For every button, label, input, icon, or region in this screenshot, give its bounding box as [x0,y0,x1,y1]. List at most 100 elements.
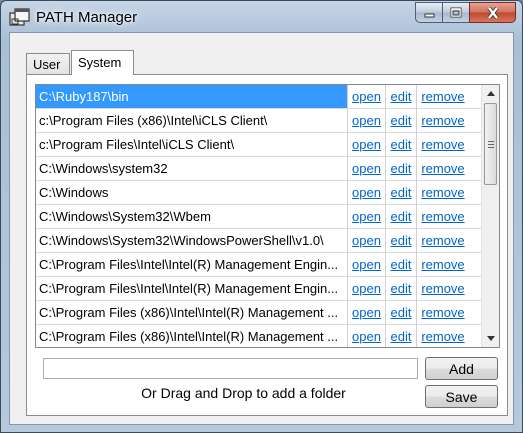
edit-link-cell: edit [386,253,417,276]
title-bar[interactable]: PATH Manager [1,1,522,33]
path-row[interactable]: c:\Program Files\Intel\iCLS Client\ open e… [36,133,481,157]
edit-link[interactable]: edit [391,161,412,176]
open-link-cell: open [348,181,386,204]
edit-link-cell: edit [386,85,417,108]
path-text[interactable]: C:\Program Files\Intel\Intel(R) Manageme… [39,257,338,272]
open-link[interactable]: open [352,161,381,176]
path-row[interactable]: C:\Windows\System32\WindowsPowerShell\v1… [36,229,481,253]
path-row[interactable]: C:\Program Files\Intel\Intel(R) Manageme… [36,253,481,277]
scroll-down-button[interactable] [482,330,499,347]
remove-link-cell: remove [417,157,469,180]
path-text[interactable]: C:\Windows\system32 [39,161,168,176]
path-text[interactable]: C:\Ruby187\bin [39,89,129,104]
remove-link-cell: remove [417,253,469,276]
minimize-button[interactable] [415,2,442,23]
remove-link[interactable]: remove [421,281,464,296]
open-link[interactable]: open [352,329,381,344]
open-link[interactable]: open [352,185,381,200]
remove-link-cell: remove [417,325,469,347]
remove-link[interactable]: remove [421,185,464,200]
path-row[interactable]: C:\Program Files\Intel\Intel(R) Manageme… [36,277,481,301]
remove-link-cell: remove [417,109,469,132]
remove-link[interactable]: remove [421,305,464,320]
remove-link[interactable]: remove [421,257,464,272]
tab-user[interactable]: User [26,53,70,74]
open-link[interactable]: open [352,233,381,248]
edit-link-cell: edit [386,133,417,156]
remove-link[interactable]: remove [421,161,464,176]
path-text[interactable]: c:\Program Files\Intel\iCLS Client\ [39,137,234,152]
edit-link[interactable]: edit [391,257,412,272]
path-row[interactable]: C:\Windows open edit remove [36,181,481,205]
path-text[interactable]: c:\Program Files (x86)\Intel\iCLS Client… [39,113,267,128]
minimize-icon [424,13,434,17]
open-link-cell: open [348,301,386,324]
path-row[interactable]: C:\Windows\System32\Wbem open edit remove [36,205,481,229]
remove-link-cell: remove [417,181,469,204]
remove-link-cell: remove [417,301,469,324]
path-text-cell: C:\Windows\System32\Wbem [36,205,348,228]
open-link[interactable]: open [352,113,381,128]
edit-link[interactable]: edit [391,329,412,344]
remove-link[interactable]: remove [421,137,464,152]
edit-link[interactable]: edit [391,305,412,320]
close-button[interactable] [469,2,516,23]
maximize-button[interactable] [442,2,469,23]
system-tab-page: C:\Ruby187\bin open edit remove c:\Program F… [26,74,508,416]
path-list[interactable]: C:\Ruby187\bin open edit remove c:\Program F… [35,84,500,348]
add-path-input[interactable] [43,358,418,379]
path-text[interactable]: C:\Program Files (x86)\Intel\Intel(R) Ma… [39,329,338,344]
open-link[interactable]: open [352,89,381,104]
edit-link-cell: edit [386,229,417,252]
edit-link[interactable]: edit [391,209,412,224]
remove-link[interactable]: remove [421,233,464,248]
open-link[interactable]: open [352,209,381,224]
edit-link[interactable]: edit [391,113,412,128]
scroll-thumb[interactable] [484,103,497,185]
close-icon [486,6,499,19]
path-text[interactable]: C:\Windows\System32\WindowsPowerShell\v1… [39,233,324,248]
path-text[interactable]: C:\Program Files\Intel\Intel(R) Manageme… [39,281,338,296]
remove-link[interactable]: remove [421,329,464,344]
app-window-icon [9,8,30,26]
edit-link[interactable]: edit [391,233,412,248]
edit-link[interactable]: edit [391,137,412,152]
window-title: PATH Manager [36,9,138,26]
remove-link-cell: remove [417,133,469,156]
path-text-cell: C:\Windows\system32 [36,157,348,180]
vertical-scrollbar[interactable] [481,85,499,347]
path-row[interactable]: C:\Program Files (x86)\Intel\Intel(R) Ma… [36,301,481,325]
path-text[interactable]: C:\Program Files (x86)\Intel\Intel(R) Ma… [39,305,338,320]
arrow-down-icon [486,336,495,341]
path-text-cell: C:\Program Files\Intel\Intel(R) Manageme… [36,253,348,276]
remove-link[interactable]: remove [421,89,464,104]
path-row[interactable]: C:\Ruby187\bin open edit remove [36,85,481,109]
thumb-grip-line [488,147,494,148]
thumb-grip-line [488,144,494,145]
edit-link[interactable]: edit [391,89,412,104]
add-button[interactable]: Add [425,357,498,380]
open-link[interactable]: open [352,305,381,320]
path-text-cell: C:\Program Files (x86)\Intel\Intel(R) Ma… [36,301,348,324]
edit-link[interactable]: edit [391,281,412,296]
tab-system[interactable]: System [71,50,134,75]
scroll-up-button[interactable] [482,85,499,102]
open-link[interactable]: open [352,257,381,272]
path-text[interactable]: C:\Windows\System32\Wbem [39,209,211,224]
edit-link-cell: edit [386,301,417,324]
path-row[interactable]: C:\Windows\system32 open edit remove [36,157,481,181]
path-row[interactable]: C:\Program Files (x86)\Intel\Intel(R) Ma… [36,325,481,347]
open-link[interactable]: open [352,137,381,152]
path-text[interactable]: C:\Windows [39,185,108,200]
path-row[interactable]: c:\Program Files (x86)\Intel\iCLS Client… [36,109,481,133]
remove-link[interactable]: remove [421,113,464,128]
save-button[interactable]: Save [425,385,498,408]
drag-drop-hint: Or Drag and Drop to add a folder [141,385,346,401]
path-text-cell: C:\Program Files\Intel\Intel(R) Manageme… [36,277,348,300]
path-text-cell: c:\Program Files (x86)\Intel\iCLS Client… [36,109,348,132]
open-link[interactable]: open [352,281,381,296]
remove-link[interactable]: remove [421,209,464,224]
edit-link[interactable]: edit [391,185,412,200]
open-link-cell: open [348,277,386,300]
edit-link-cell: edit [386,181,417,204]
